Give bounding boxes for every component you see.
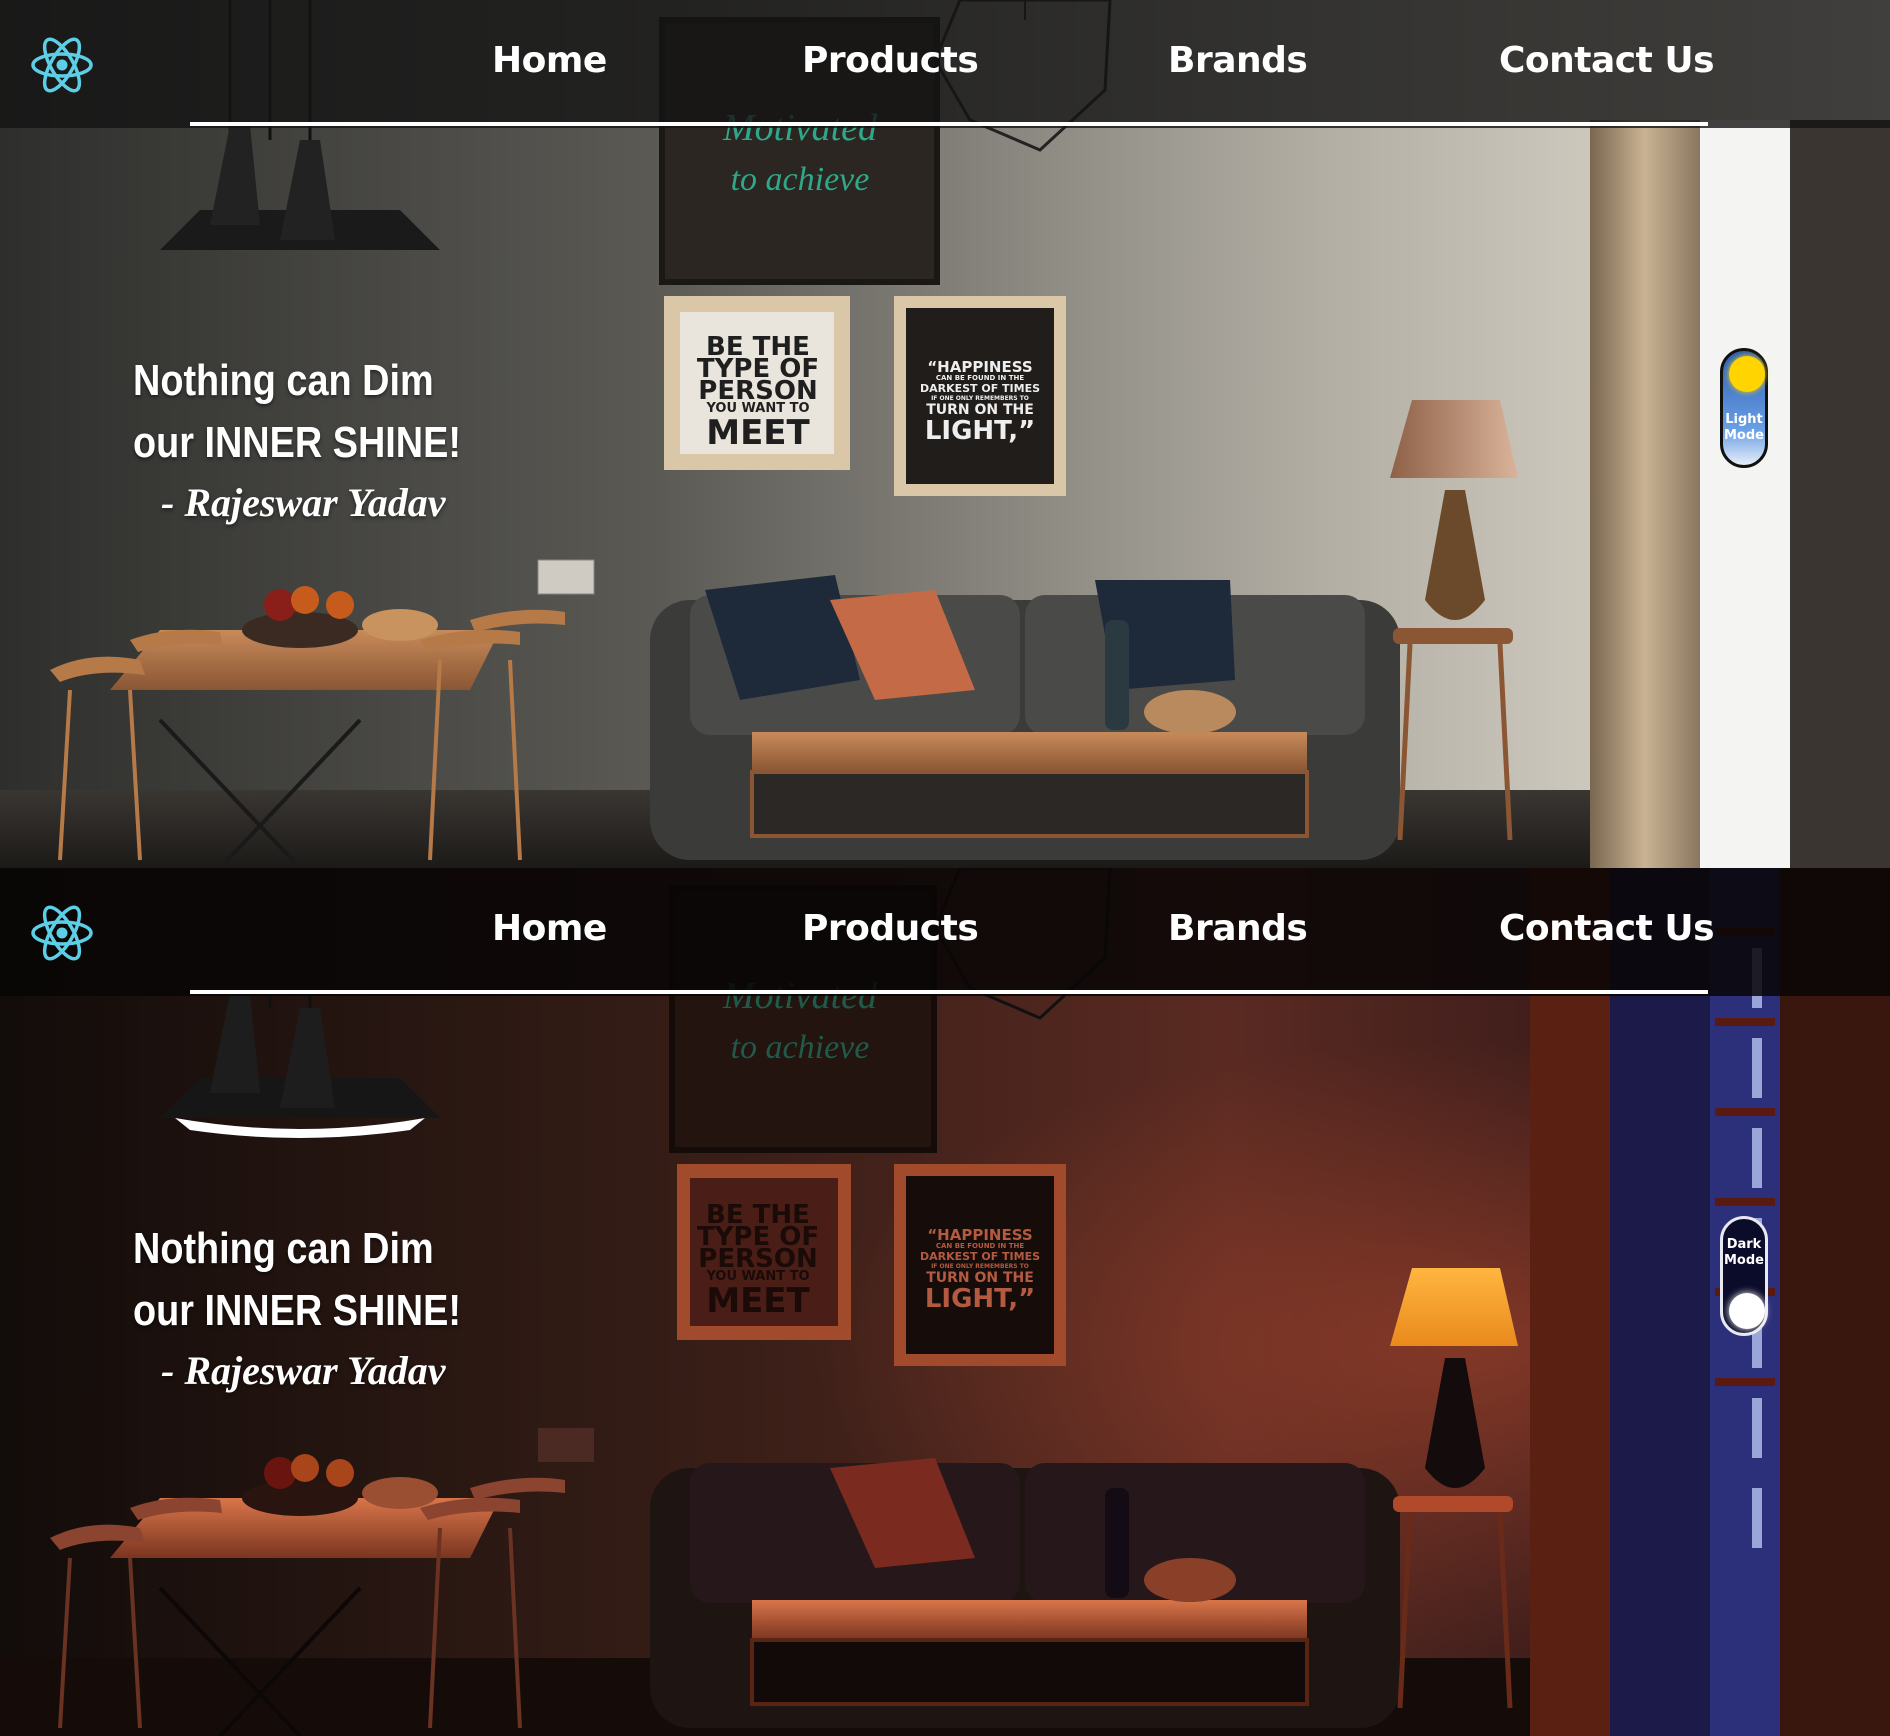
toggle-label-1: Light	[1725, 412, 1763, 427]
hero-quote: Nothing can Dim our INNER SHINE! - Rajes…	[133, 1218, 514, 1400]
hero-quote: Nothing can Dim our INNER SHINE! - Rajes…	[133, 350, 514, 532]
poster-happiness: “HAPPINESS CAN BE FOUND IN THE DARKEST O…	[910, 1226, 1050, 1314]
svg-text:to achieve: to achieve	[731, 1029, 870, 1066]
nav-products[interactable]: Products	[802, 908, 979, 949]
light-mode-toggle[interactable]: Light Mode	[1720, 348, 1768, 468]
light-mode-panel: Motivated to achieve BE THE TYPE OF PERS…	[0, 0, 1890, 868]
nav-products[interactable]: Products	[802, 40, 979, 81]
poster-text: DARKEST OF TIMES	[919, 1250, 1041, 1263]
quote-author: - Rajeswar Yadav	[161, 1348, 446, 1393]
poster-text: PERSON	[698, 1244, 818, 1274]
quote-line-2: our INNER SHINE!	[133, 1286, 461, 1335]
dark-mode-toggle[interactable]: Dark Mode	[1720, 1216, 1768, 1336]
svg-text:to achieve: to achieve	[731, 161, 870, 198]
poster-text: MEET	[706, 1281, 810, 1321]
navbar: Home Products Brands Contact Us	[0, 868, 1890, 996]
quote-author: - Rajeswar Yadav	[161, 480, 446, 525]
poster-text: PERSON	[698, 376, 818, 406]
poster-text: “HAPPINESS	[927, 358, 1033, 376]
poster-text: MEET	[706, 413, 810, 453]
quote-line-1: Nothing can Dim	[133, 356, 434, 405]
quote-line-2: our INNER SHINE!	[133, 418, 461, 467]
nav-underline	[190, 990, 1708, 994]
react-logo-icon[interactable]	[30, 36, 94, 94]
nav-home[interactable]: Home	[492, 40, 607, 81]
nav-contact-us[interactable]: Contact Us	[1499, 40, 1715, 81]
nav-brands[interactable]: Brands	[1168, 908, 1308, 949]
poster-be-the-type: BE THE TYPE OF PERSON YOU WANT TO MEET	[683, 334, 833, 453]
navbar: Home Products Brands Contact Us	[0, 0, 1890, 128]
dark-mode-panel: Motivated to achieve BE THE TYPE OF PERS…	[0, 868, 1890, 1736]
react-logo-icon[interactable]	[30, 904, 94, 962]
poster-text: “HAPPINESS	[927, 1226, 1033, 1244]
poster-text: LIGHT,”	[924, 1284, 1036, 1314]
poster-text: DARKEST OF TIMES	[919, 382, 1041, 395]
toggle-label-2: Mode	[1724, 1253, 1764, 1268]
poster-text: TURN ON THE	[926, 1270, 1034, 1286]
nav-home[interactable]: Home	[492, 908, 607, 949]
nav-contact-us[interactable]: Contact Us	[1499, 908, 1715, 949]
quote-line-1: Nothing can Dim	[133, 1224, 434, 1273]
sun-icon	[1729, 356, 1765, 392]
toggle-label-1: Dark	[1726, 1237, 1762, 1252]
poster-happiness: “HAPPINESS CAN BE FOUND IN THE DARKEST O…	[910, 358, 1050, 446]
nav-brands[interactable]: Brands	[1168, 40, 1308, 81]
toggle-label-2: Mode	[1724, 428, 1764, 443]
poster-be-the-type: BE THE TYPE OF PERSON YOU WANT TO MEET	[683, 1202, 833, 1321]
moon-icon	[1729, 1293, 1765, 1329]
poster-text: TURN ON THE	[926, 402, 1034, 418]
poster-text: LIGHT,”	[924, 416, 1036, 446]
nav-underline	[190, 122, 1708, 126]
